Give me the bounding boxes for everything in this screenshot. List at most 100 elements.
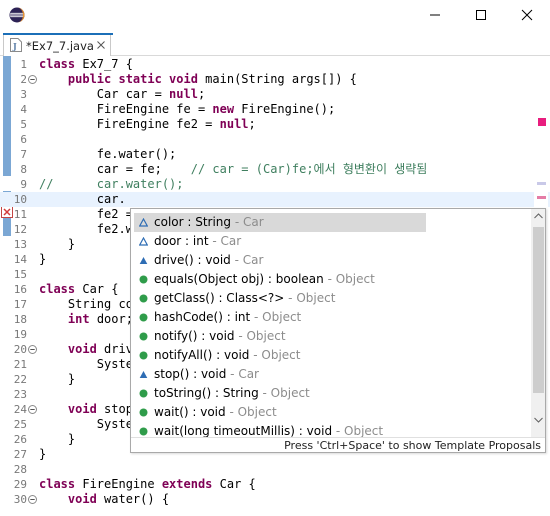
proposal-item[interactable]: hashCode() : int - Object: [134, 308, 426, 327]
fold-collapse-icon[interactable]: [28, 495, 37, 504]
code-token: ;: [197, 87, 206, 101]
code-text[interactable]: void stop: [39, 402, 133, 417]
code-text[interactable]: }: [39, 252, 46, 267]
proposal-text: getClass() : Class<?> - Object: [154, 291, 335, 305]
code-text[interactable]: class Car {: [39, 282, 118, 297]
method-default-icon: [139, 371, 148, 378]
code-line[interactable]: 6: [0, 132, 550, 147]
code-text[interactable]: }: [39, 372, 75, 387]
comment-token: // car = (Car)fe;에서 형변환이 생략됨: [190, 162, 428, 176]
code-text[interactable]: // car.water();: [39, 177, 184, 192]
code-text[interactable]: }: [39, 237, 75, 252]
proposal-list[interactable]: color : String - Car door : int - Car driv…: [131, 213, 531, 437]
keyword-token: void: [67, 402, 97, 416]
line-number: 30: [13, 493, 27, 506]
line-number: 25: [13, 418, 27, 431]
proposal-item[interactable]: toString() : String - Object: [134, 384, 426, 403]
code-text[interactable]: class Ex7_7 {: [39, 57, 133, 72]
line-number: 9: [20, 178, 27, 191]
keyword-token: class: [39, 477, 76, 491]
keyword-token: class: [39, 282, 76, 296]
code-text[interactable]: void water() {: [39, 492, 169, 507]
code-line[interactable]: 7 fe.water();: [0, 147, 550, 162]
code-text[interactable]: FireEngine fe2 = null;: [39, 117, 256, 132]
overview-error-summary[interactable]: [538, 118, 546, 126]
minimize-button[interactable]: [412, 0, 458, 30]
scroll-thumb[interactable]: [533, 227, 544, 393]
close-tab-icon[interactable]: [97, 41, 105, 49]
overview-error-mark[interactable]: [537, 196, 546, 199]
proposal-item[interactable]: equals(Object obj) : boolean - Object: [134, 270, 426, 289]
line-number: 23: [13, 388, 27, 401]
scroll-down-icon[interactable]: [534, 417, 543, 423]
code-text[interactable]: car.: [39, 192, 126, 207]
code-text[interactable]: fe2 =: [39, 207, 140, 222]
fold-collapse-icon[interactable]: [28, 75, 37, 84]
scroll-up-icon[interactable]: [534, 213, 543, 219]
code-text[interactable]: }: [39, 447, 46, 462]
code-line[interactable]: 29 class FireEngine extends Car {: [0, 477, 550, 492]
proposal-owner: - Object: [249, 348, 301, 362]
code-text[interactable]: fe2.w: [39, 222, 133, 237]
code-line[interactable]: 4 FireEngine fe = new FireEngine();: [0, 102, 550, 117]
code-text[interactable]: car = fe; // car = (Car)fe;에서 형변환이 생략됨: [39, 162, 428, 177]
code-line[interactable]: 3 Car car = null;: [0, 87, 550, 102]
code-text[interactable]: Syste: [39, 417, 133, 432]
line-number: 22: [13, 373, 27, 386]
code-line[interactable]: 1 class Ex7_7 {: [0, 57, 550, 72]
code-line[interactable]: 2 public static void main(String args[])…: [0, 72, 550, 87]
proposal-label: stop() : void: [154, 367, 227, 381]
line-number: 10: [13, 193, 27, 206]
code-text[interactable]: Syste: [39, 357, 133, 372]
fold-collapse-icon[interactable]: [28, 345, 37, 354]
proposal-item[interactable]: wait() : void - Object: [134, 403, 426, 422]
line-number: 27: [13, 448, 27, 461]
line-number: 15: [13, 268, 27, 281]
code-line[interactable]: 30 void water() {: [0, 492, 550, 507]
code-text[interactable]: int door;: [39, 312, 133, 327]
content-assist-popup[interactable]: color : String - Car door : int - Car driv…: [130, 208, 546, 453]
editor-tab[interactable]: J *Ex7_7.java: [3, 33, 113, 57]
code-text[interactable]: Car car = null;: [39, 87, 205, 102]
proposal-item[interactable]: notifyAll() : void - Object: [134, 346, 426, 365]
overview-occurrence-mark[interactable]: [537, 182, 546, 185]
code-text[interactable]: fe.water();: [39, 147, 176, 162]
code-text[interactable]: String co: [39, 297, 133, 312]
code-line[interactable]: 28: [0, 462, 550, 477]
proposal-item[interactable]: getClass() : Class<?> - Object: [134, 289, 426, 308]
code-line[interactable]: 8 car = fe; // car = (Car)fe;에서 형변환이 생략됨: [0, 162, 550, 177]
proposal-item[interactable]: notify() : void - Object: [134, 327, 426, 346]
proposal-item[interactable]: color : String - Car: [134, 213, 426, 232]
code-text[interactable]: void drive: [39, 342, 140, 357]
proposal-text: equals(Object obj) : boolean - Object: [154, 272, 375, 286]
code-text[interactable]: }: [39, 432, 75, 447]
line-number: 28: [13, 463, 27, 476]
proposal-label: wait() : void: [154, 405, 226, 419]
proposal-scrollbar[interactable]: [531, 209, 545, 437]
maximize-button[interactable]: [458, 0, 504, 30]
code-token: car = fe;: [39, 162, 191, 176]
proposal-text: color : String - Car: [154, 215, 264, 229]
proposal-owner: - Object: [284, 291, 336, 305]
proposal-label: wait(long timeoutMillis) : void: [154, 424, 333, 437]
method-public-icon: [139, 408, 148, 417]
proposal-label: getClass() : Class<?>: [154, 291, 285, 305]
code-token: fe.water();: [39, 147, 177, 161]
proposal-item[interactable]: stop() : void - Car: [134, 365, 426, 384]
code-text[interactable]: public static void main(String args[]) {: [39, 72, 357, 87]
code-text[interactable]: class FireEngine extends Car {: [39, 477, 256, 492]
java-file-icon: J: [10, 38, 22, 52]
code-token: }: [39, 237, 76, 251]
code-text[interactable]: FireEngine fe = new FireEngine();: [39, 102, 335, 117]
proposal-item[interactable]: door : int - Car: [134, 232, 426, 251]
code-token: Car {: [212, 477, 256, 491]
proposal-owner: - Car: [226, 367, 259, 381]
proposal-item[interactable]: wait(long timeoutMillis) : void - Object: [134, 422, 426, 437]
code-line[interactable]: 10 car.: [0, 192, 550, 207]
proposal-item[interactable]: drive() : void - Car: [134, 251, 426, 270]
code-line[interactable]: 5 FireEngine fe2 = null;: [0, 117, 550, 132]
fold-collapse-icon[interactable]: [28, 405, 37, 414]
close-button[interactable]: [504, 0, 550, 30]
line-number: 3: [20, 88, 27, 101]
code-line[interactable]: 9 // car.water();: [0, 177, 550, 192]
